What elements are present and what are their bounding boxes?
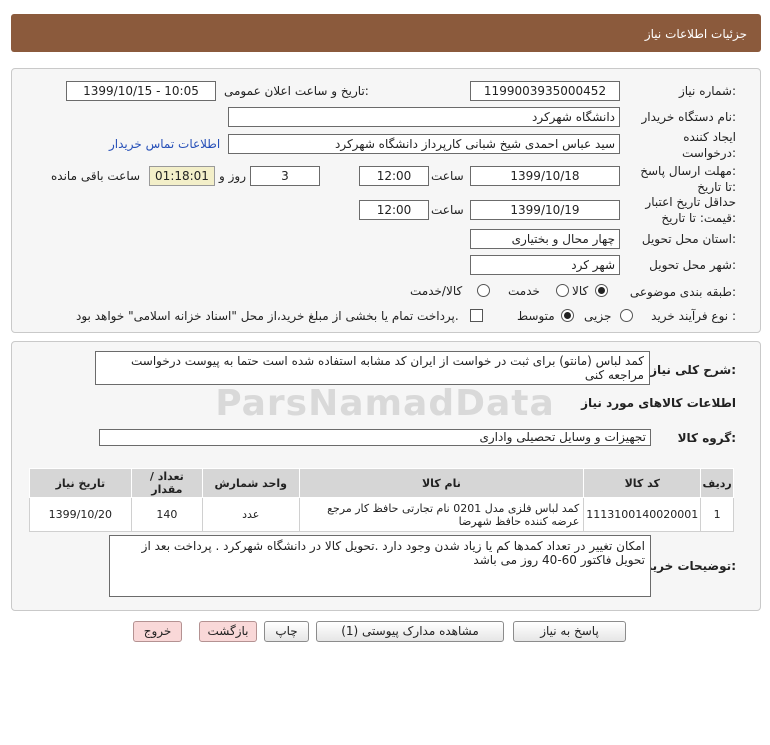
validity-time-field: 12:00 bbox=[359, 200, 429, 220]
col-name: نام کالا bbox=[298, 468, 585, 498]
col-code: کد کالا bbox=[583, 468, 702, 498]
process-option-medium: متوسط bbox=[517, 309, 555, 323]
creator-label-1: ایجاد کننده bbox=[683, 130, 736, 144]
page-title: جزئیات اطلاعات نیاز bbox=[644, 27, 747, 41]
table-header-row: ردیف کد کالا نام کالا واحد شمارش تعداد /… bbox=[29, 468, 734, 498]
deadline-time-field: 12:00 bbox=[359, 166, 429, 186]
goods-group-label: گروه کالا: bbox=[677, 431, 736, 445]
back-button[interactable]: بازگشت bbox=[199, 621, 257, 642]
process-option-minor: جزیی bbox=[584, 309, 612, 323]
announce-label: تاریخ و ساعت اعلان عمومی: bbox=[224, 84, 369, 98]
cell-qty: 140 bbox=[130, 497, 203, 532]
deadline-date-field: 1399/10/18 bbox=[470, 166, 620, 186]
deadline-label-1: مهلت ارسال پاسخ: bbox=[640, 164, 736, 178]
cell-code: 1113100140020001 bbox=[583, 497, 702, 532]
creator-label-2: درخواست: bbox=[682, 146, 736, 160]
table-row: 1 1113100140020001 کمد لباس فلزی مدل 020… bbox=[29, 497, 734, 532]
city-label: شهر محل تحویل: bbox=[649, 258, 736, 272]
col-row: ردیف bbox=[700, 468, 734, 498]
watermark: ParsNamadData bbox=[215, 383, 555, 424]
process-radio-medium[interactable] bbox=[561, 309, 574, 322]
buyer-org-field: دانشگاه شهرکرد bbox=[228, 107, 620, 127]
category-radio-service[interactable] bbox=[556, 284, 569, 297]
validity-date-field: 1399/10/19 bbox=[470, 200, 620, 220]
announce-field: 1399/10/15 - 10:05 bbox=[66, 81, 216, 101]
need-number-field: 1199003935000452 bbox=[470, 81, 620, 101]
description-label: شرح کلی نیاز: bbox=[650, 363, 736, 377]
remaining-label: ساعت باقی مانده bbox=[51, 169, 141, 183]
col-unit: واحد شمارش bbox=[201, 468, 300, 498]
goods-group-field: تجهیزات و وسایل تحصیلی واداری bbox=[99, 429, 651, 446]
deadline-label-2: تا تاریخ: bbox=[697, 180, 736, 194]
days-label: روز و bbox=[219, 169, 246, 183]
col-date: تاریخ نیاز bbox=[29, 468, 132, 498]
buyer-org-label: نام دستگاه خریدار: bbox=[641, 110, 737, 124]
cell-row: 1 bbox=[700, 497, 734, 532]
category-option-goods-service: کالا/خدمت bbox=[410, 284, 463, 298]
contact-info-link[interactable]: اطلاعات تماس خریدار bbox=[109, 137, 220, 151]
validity-label-2: قیمت: تا تاریخ: bbox=[661, 211, 736, 225]
province-label: استان محل تحویل: bbox=[641, 232, 736, 246]
payment-checkbox[interactable] bbox=[470, 309, 483, 322]
payment-note: پرداخت تمام یا بخشی از مبلغ خرید،از محل … bbox=[76, 309, 459, 323]
province-field: چهار محال و بختیاری bbox=[470, 229, 620, 249]
goods-table: ردیف کد کالا نام کالا واحد شمارش تعداد /… bbox=[29, 468, 734, 532]
cell-name: کمد لباس فلزی مدل 0201 نام تجارتی حافظ ک… bbox=[298, 497, 585, 532]
cell-date: 1399/10/20 bbox=[29, 497, 132, 532]
page-header: جزئیات اطلاعات نیاز bbox=[11, 14, 761, 52]
print-button[interactable]: چاپ bbox=[264, 621, 309, 642]
info-panel: شماره نیاز: 1199003935000452 تاریخ و ساع… bbox=[11, 68, 761, 333]
category-label: طبقه بندی موضوعی: bbox=[629, 285, 736, 299]
category-radio-goods-service[interactable] bbox=[477, 284, 490, 297]
validity-label-1: حداقل تاریخ اعتبار bbox=[645, 195, 736, 209]
cell-unit: عدد bbox=[201, 497, 300, 532]
category-radio-goods[interactable] bbox=[595, 284, 608, 297]
category-option-goods: کالا bbox=[572, 284, 589, 298]
reply-button[interactable]: پاسخ به نیاز bbox=[513, 621, 626, 642]
validity-time-label: ساعت bbox=[431, 203, 464, 217]
creator-field: سید عباس احمدی شیخ شبانی کارپرداز دانشگا… bbox=[228, 134, 620, 154]
days-field: 3 bbox=[250, 166, 320, 186]
attachments-button[interactable]: مشاهده مدارک پیوستی (1) bbox=[316, 621, 504, 642]
category-option-service: خدمت bbox=[508, 284, 540, 298]
goods-section-title: اطلاعات کالاهای مورد نیاز bbox=[581, 396, 736, 410]
description-field: کمد لباس (مانتو) برای ثبت در خواست از ای… bbox=[95, 351, 650, 385]
process-label: نوع فرآیند خرید : bbox=[651, 309, 736, 323]
buyer-notes-field: امکان تغییر در تعداد کمدها کم یا زیاد شد… bbox=[109, 535, 651, 597]
deadline-time-label: ساعت bbox=[431, 169, 464, 183]
process-radio-minor[interactable] bbox=[620, 309, 633, 322]
remaining-time: 01:18:01 bbox=[149, 166, 215, 186]
col-qty: تعداد / مقدار bbox=[130, 468, 203, 498]
exit-button[interactable]: خروج bbox=[133, 621, 182, 642]
need-number-label: شماره نیاز: bbox=[678, 84, 736, 98]
city-field: شهر کرد bbox=[470, 255, 620, 275]
